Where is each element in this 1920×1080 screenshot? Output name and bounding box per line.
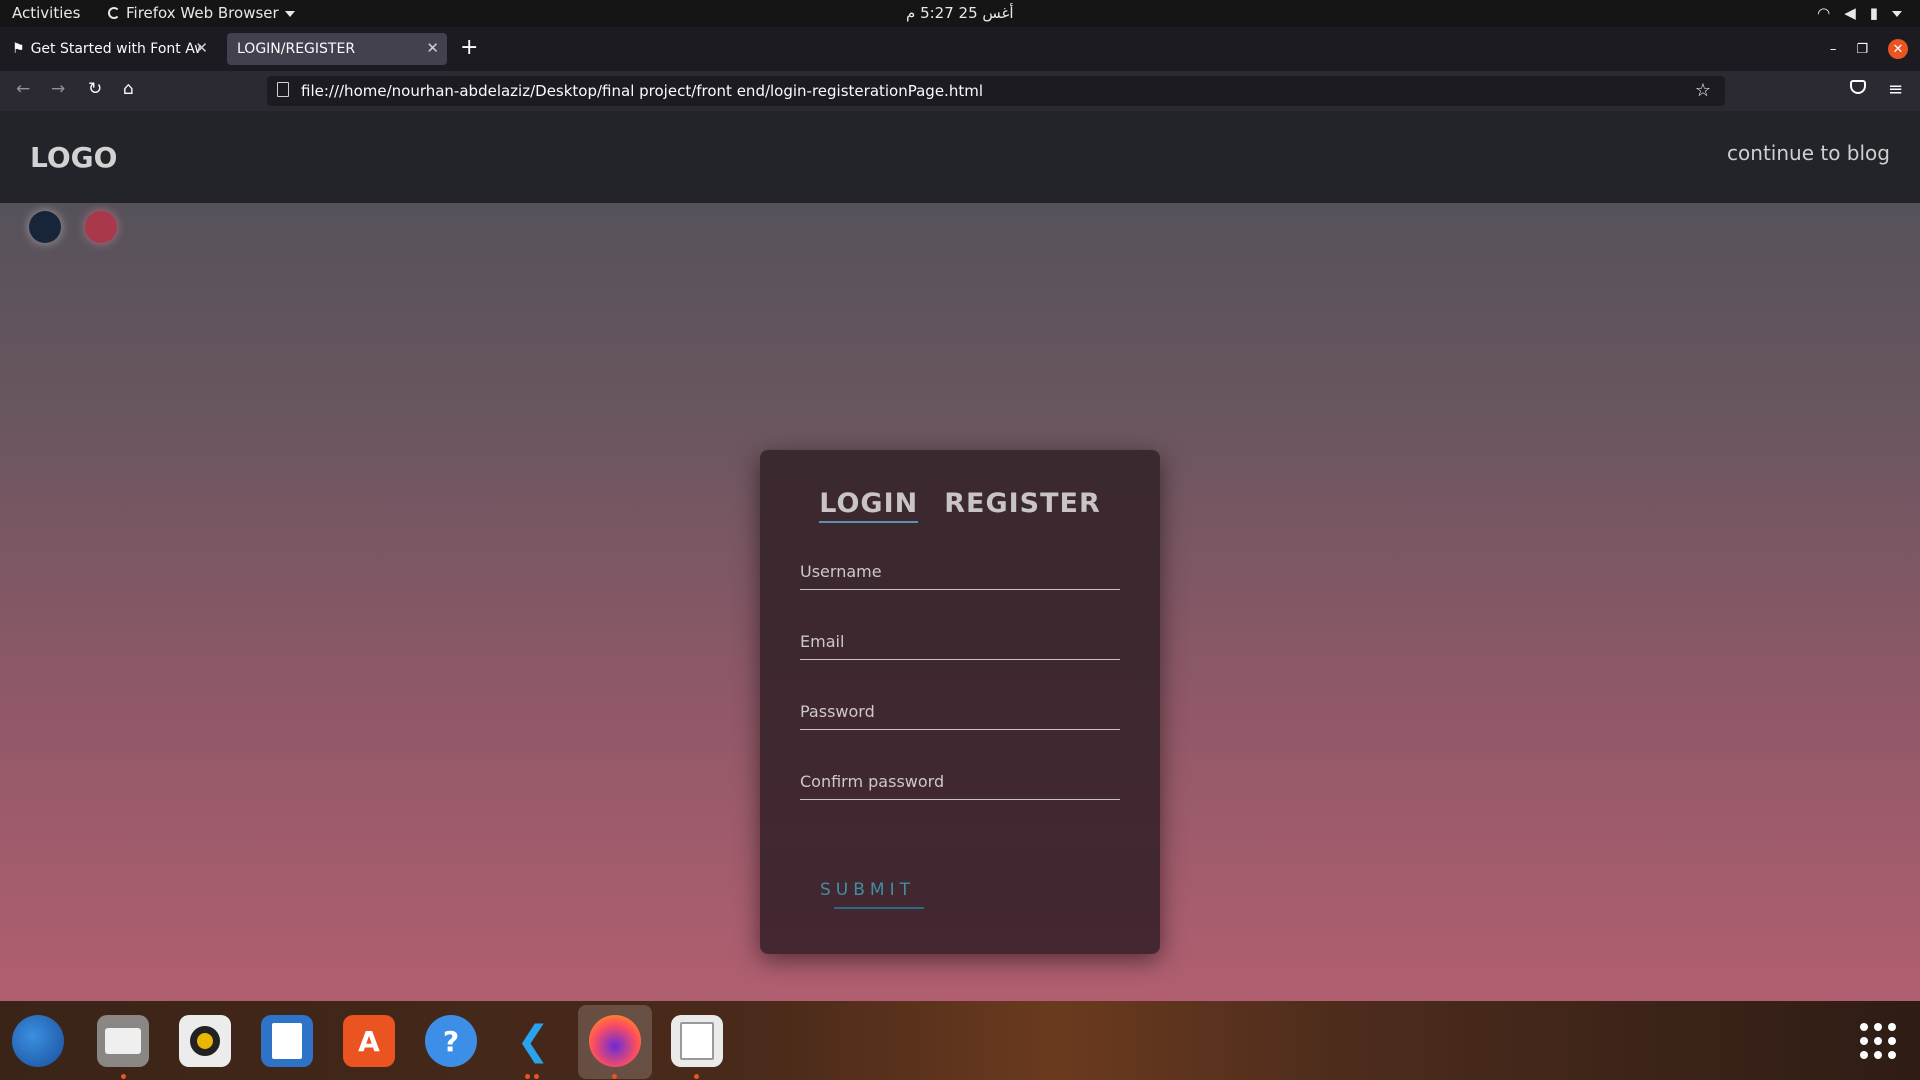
forward-arrow-icon[interactable]: → <box>51 79 65 99</box>
email-input[interactable] <box>800 624 1120 659</box>
battery-icon: ▮ <box>1869 4 1878 22</box>
restore-icon[interactable]: ❐ <box>1856 42 1868 57</box>
system-top-bar: Activities Firefox Web Browser أغس 25 5:… <box>0 0 1920 27</box>
continue-to-blog-link[interactable]: continue to blog <box>1727 141 1890 165</box>
browser-tab-active[interactable]: LOGIN/REGISTER ✕ <box>227 33 447 65</box>
password-field <box>800 694 1120 730</box>
system-tray[interactable]: ◠ ◀ ▮ <box>1817 4 1902 22</box>
login-register-card: LOGIN REGISTER SUBMIT <box>760 450 1160 954</box>
new-tab-button[interactable]: + <box>460 35 478 60</box>
close-icon[interactable]: ✕ <box>195 39 208 57</box>
reload-icon[interactable]: ↻ <box>88 79 102 99</box>
back-arrow-icon[interactable]: ← <box>16 79 30 99</box>
confirm-password-input[interactable] <box>800 764 1120 799</box>
bookmark-star-icon[interactable]: ☆ <box>1695 80 1711 101</box>
pocket-icon[interactable] <box>1850 80 1866 94</box>
activities-button[interactable]: Activities <box>12 4 80 22</box>
firefox-small-icon <box>108 7 120 19</box>
files-icon[interactable] <box>97 1015 149 1067</box>
document-viewer-icon[interactable] <box>671 1015 723 1067</box>
thunderbird-icon[interactable] <box>12 1015 64 1067</box>
show-applications-icon[interactable] <box>1860 1023 1896 1059</box>
flag-icon: ⚑ <box>12 41 25 57</box>
form-tabs: LOGIN REGISTER <box>760 488 1160 523</box>
running-indicator <box>612 1074 617 1079</box>
running-indicator <box>525 1074 530 1079</box>
tab-label: Get Started with Font Aw <box>30 41 201 57</box>
browser-tab-bar: ⚑ Get Started with Font Aw ✕ LOGIN/REGIS… <box>0 27 1920 71</box>
firefox-icon[interactable] <box>589 1015 641 1067</box>
desktop-screen: Activities Firefox Web Browser أغس 25 5:… <box>0 0 1920 1080</box>
running-indicator <box>694 1074 699 1079</box>
app-menu[interactable]: Firefox Web Browser <box>108 4 295 22</box>
submit-button[interactable]: SUBMIT <box>820 880 915 906</box>
tab-register[interactable]: REGISTER <box>944 488 1101 523</box>
software-icon[interactable]: A <box>343 1015 395 1067</box>
browser-tab[interactable]: ⚑ Get Started with Font Aw ✕ <box>2 33 216 65</box>
submit-underline <box>834 907 924 909</box>
email-field <box>800 624 1120 660</box>
rhythmbox-icon[interactable] <box>179 1015 231 1067</box>
close-window-button[interactable]: ✕ <box>1888 39 1908 59</box>
username-field <box>800 554 1120 590</box>
home-icon[interactable]: ⌂ <box>123 79 134 99</box>
app-menu-label: Firefox Web Browser <box>126 4 279 22</box>
close-icon[interactable]: ✕ <box>426 39 439 57</box>
clock[interactable]: أغس 25 5:27 م <box>906 4 1014 22</box>
chevron-down-icon <box>284 11 295 17</box>
tab-login[interactable]: LOGIN <box>819 488 919 523</box>
web-page: LOGO continue to blog LOGIN REGISTER SUB… <box>0 111 1920 1001</box>
running-indicator <box>121 1074 126 1079</box>
chevron-down-icon <box>1892 11 1902 17</box>
theme-dark-button[interactable] <box>29 211 61 243</box>
wifi-icon: ◠ <box>1817 4 1831 22</box>
menu-icon[interactable]: ≡ <box>1888 79 1903 100</box>
dock: A ? ❮ <box>0 1001 1920 1080</box>
browser-nav-bar: ← → ↻ ⌂ file:///home/nourhan-abdelaziz/D… <box>0 71 1920 111</box>
vscode-icon[interactable]: ❮ <box>507 1015 559 1067</box>
writer-icon[interactable] <box>261 1015 313 1067</box>
password-input[interactable] <box>800 694 1120 729</box>
tab-label: LOGIN/REGISTER <box>237 41 356 57</box>
theme-red-button[interactable] <box>85 211 117 243</box>
minimize-icon[interactable]: – <box>1830 42 1837 57</box>
site-logo[interactable]: LOGO <box>30 141 117 174</box>
url-text: file:///home/nourhan-abdelaziz/Desktop/f… <box>301 82 983 100</box>
running-indicator <box>534 1074 539 1079</box>
volume-icon: ◀ <box>1844 4 1856 22</box>
confirm-password-field <box>800 764 1120 800</box>
username-input[interactable] <box>800 554 1120 589</box>
url-bar[interactable]: file:///home/nourhan-abdelaziz/Desktop/f… <box>267 76 1725 106</box>
page-icon <box>277 82 289 97</box>
window-controls: – ❐ ✕ <box>1830 39 1908 59</box>
help-icon[interactable]: ? <box>425 1015 477 1067</box>
site-header: LOGO continue to blog <box>0 111 1920 203</box>
